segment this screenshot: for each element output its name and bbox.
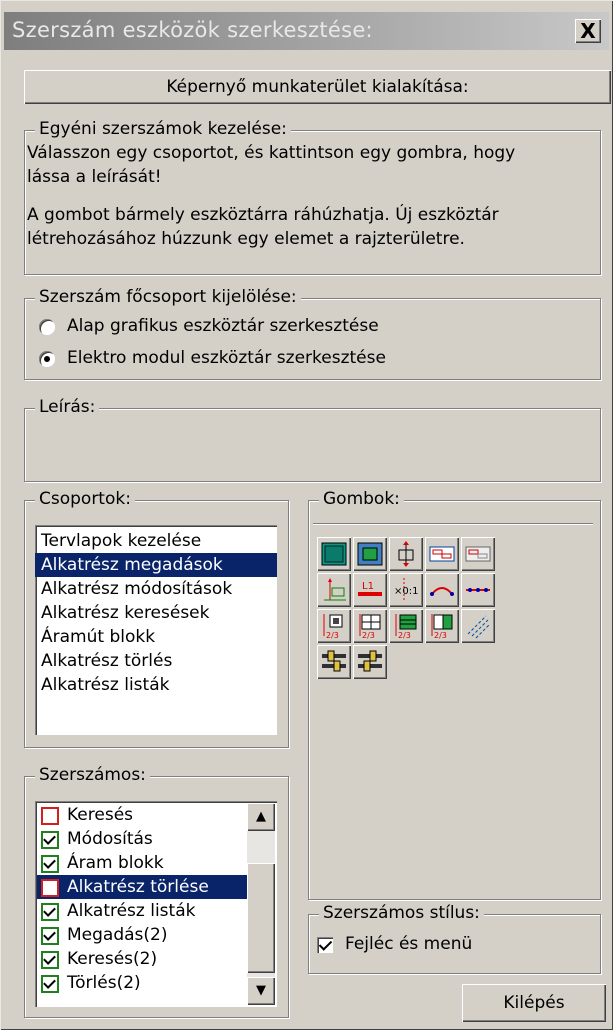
- slider-left-icon[interactable]: [317, 645, 351, 679]
- diagonal-lines-icon[interactable]: [461, 609, 495, 643]
- checked-checkbox-icon[interactable]: [41, 927, 59, 945]
- main-group-selector: Szerszám főcsoport kijelölése: Alap graf…: [24, 287, 601, 380]
- window-title: Szerszám eszközök szerkesztése:: [12, 18, 373, 42]
- group-item[interactable]: Alkatrész törlés: [35, 649, 277, 673]
- toolbar-item[interactable]: Alkatrész listák: [37, 899, 247, 923]
- toolbar-item[interactable]: Áram blokk: [37, 851, 247, 875]
- groups-listbox[interactable]: Tervlapok kezelése Alkatrész megadások A…: [35, 525, 277, 735]
- radio-label-basic: Alap grafikus eszköztár szerkesztése: [67, 316, 379, 336]
- toolbar-item[interactable]: Megadás(2): [37, 923, 247, 947]
- groups-legend: Csoportok:: [35, 489, 135, 509]
- radio-button-basic[interactable]: [39, 319, 55, 335]
- close-button[interactable]: X: [575, 19, 601, 43]
- scroll-up-button[interactable]: ▲: [247, 803, 275, 831]
- slider-right-icon[interactable]: [353, 645, 387, 679]
- svg-text:2/3: 2/3: [398, 631, 411, 640]
- l1-red-line-icon[interactable]: L1: [353, 573, 387, 607]
- ratio-23-grid-icon[interactable]: 2/3: [353, 609, 387, 643]
- exit-button[interactable]: Kilépés: [462, 984, 606, 1022]
- x-ratio-icon[interactable]: ×0:1: [389, 573, 423, 607]
- toolbars-legend: Szerszámos:: [35, 765, 150, 785]
- green-rect-icon[interactable]: [317, 537, 351, 571]
- toolbars-panel: Szerszámos: Keresés Módosítás Áram blokk…: [24, 765, 289, 1018]
- svg-text:L1: L1: [362, 581, 374, 592]
- description-group: Leírás:: [24, 397, 601, 482]
- workspace-layout-button[interactable]: Képernyő munkaterület kialakítása:: [24, 70, 611, 104]
- group-item[interactable]: Alkatrész módosítások: [35, 577, 277, 601]
- checked-checkbox-icon[interactable]: [41, 831, 59, 849]
- green-rect-frame-icon[interactable]: [353, 537, 387, 571]
- scroll-down-button[interactable]: ▼: [247, 977, 275, 1005]
- toolbar-style-group: Szerszámos stílus: Fejléc és menü: [308, 903, 601, 974]
- svg-text:2/3: 2/3: [362, 631, 375, 640]
- title-bar[interactable]: Szerszám eszközök szerkesztése: X: [4, 12, 609, 50]
- toolbar-item[interactable]: Módosítás: [37, 827, 247, 851]
- help-text-line-3: A gombot bármely eszköztárra ráhúzhatja.…: [27, 205, 499, 225]
- groups-panel: Csoportok: Tervlapok kezelése Alkatrész …: [24, 489, 289, 748]
- group-item[interactable]: Áramút blokk: [35, 625, 277, 649]
- description-legend: Leírás:: [35, 397, 100, 417]
- toolbars-listbox[interactable]: Keresés Módosítás Áram blokk Alkatrész t…: [35, 801, 277, 1007]
- checked-checkbox-icon[interactable]: [41, 855, 59, 873]
- svg-text:2/3: 2/3: [326, 631, 339, 640]
- ratio-23-green-icon[interactable]: 2/3: [389, 609, 423, 643]
- custom-tools-legend: Egyéni szerszámok kezelése:: [35, 119, 291, 139]
- move-vertical-icon[interactable]: [389, 537, 423, 571]
- unchecked-checkbox-icon[interactable]: [41, 807, 59, 825]
- radio-button-electro[interactable]: [39, 351, 55, 367]
- svg-text:×0:1: ×0:1: [394, 586, 418, 597]
- buttons-legend: Gombok:: [319, 489, 404, 509]
- vertical-scrollbar[interactable]: ▲ ▼: [247, 803, 275, 1005]
- ratio-23-icon[interactable]: 2/3: [317, 609, 351, 643]
- radio-label-electro: Elektro modul eszköztár szerkesztése: [67, 348, 386, 368]
- divider: [313, 523, 593, 524]
- toolbar-item[interactable]: Keresés: [37, 803, 247, 827]
- window-gray-icon[interactable]: [461, 537, 495, 571]
- arc-icon[interactable]: [425, 573, 459, 607]
- help-text-line-4: létrehozásához húzzunk egy elemet a rajz…: [27, 229, 465, 249]
- svg-text:2/3: 2/3: [434, 631, 447, 640]
- custom-tools-group: Egyéni szerszámok kezelése: Válasszon eg…: [24, 119, 601, 275]
- header-menu-checkbox[interactable]: [317, 937, 333, 953]
- help-text-line-1: Válasszon egy csoportot, és kattintson e…: [27, 143, 516, 163]
- toolbar-item-selected[interactable]: Alkatrész törlése: [37, 875, 247, 899]
- help-text-line-2: lássa a leírását!: [27, 167, 162, 187]
- checked-checkbox-icon[interactable]: [41, 951, 59, 969]
- toolbar-item[interactable]: Keresés(2): [37, 947, 247, 971]
- dialog-window: Szerszám eszközök szerkesztése: X Képern…: [0, 0, 613, 1030]
- window-blue-icon[interactable]: [425, 537, 459, 571]
- unchecked-checkbox-icon[interactable]: [41, 879, 59, 897]
- toolbar-item[interactable]: Törlés(2): [37, 971, 247, 995]
- axis-move-icon[interactable]: [317, 573, 351, 607]
- group-item-selected[interactable]: Alkatrész megadások: [35, 553, 277, 577]
- header-menu-label: Fejléc és menü: [345, 934, 473, 954]
- checked-checkbox-icon[interactable]: [41, 903, 59, 921]
- buttons-panel: Gombok: L1 ×0:1 2/3 2/3 2/3 2/3: [308, 489, 601, 900]
- main-group-legend: Szerszám főcsoport kijelölése:: [35, 287, 301, 307]
- scrollbar-thumb[interactable]: [247, 863, 275, 973]
- group-item[interactable]: Alkatrész keresések: [35, 601, 277, 625]
- checked-checkbox-icon[interactable]: [41, 975, 59, 993]
- dotted-line-icon[interactable]: [461, 573, 495, 607]
- toolbar-style-legend: Szerszámos stílus:: [319, 903, 484, 923]
- group-item[interactable]: Tervlapok kezelése: [35, 529, 277, 553]
- group-item[interactable]: Alkatrész listák: [35, 673, 277, 697]
- ratio-23-green-grid-icon[interactable]: 2/3: [425, 609, 459, 643]
